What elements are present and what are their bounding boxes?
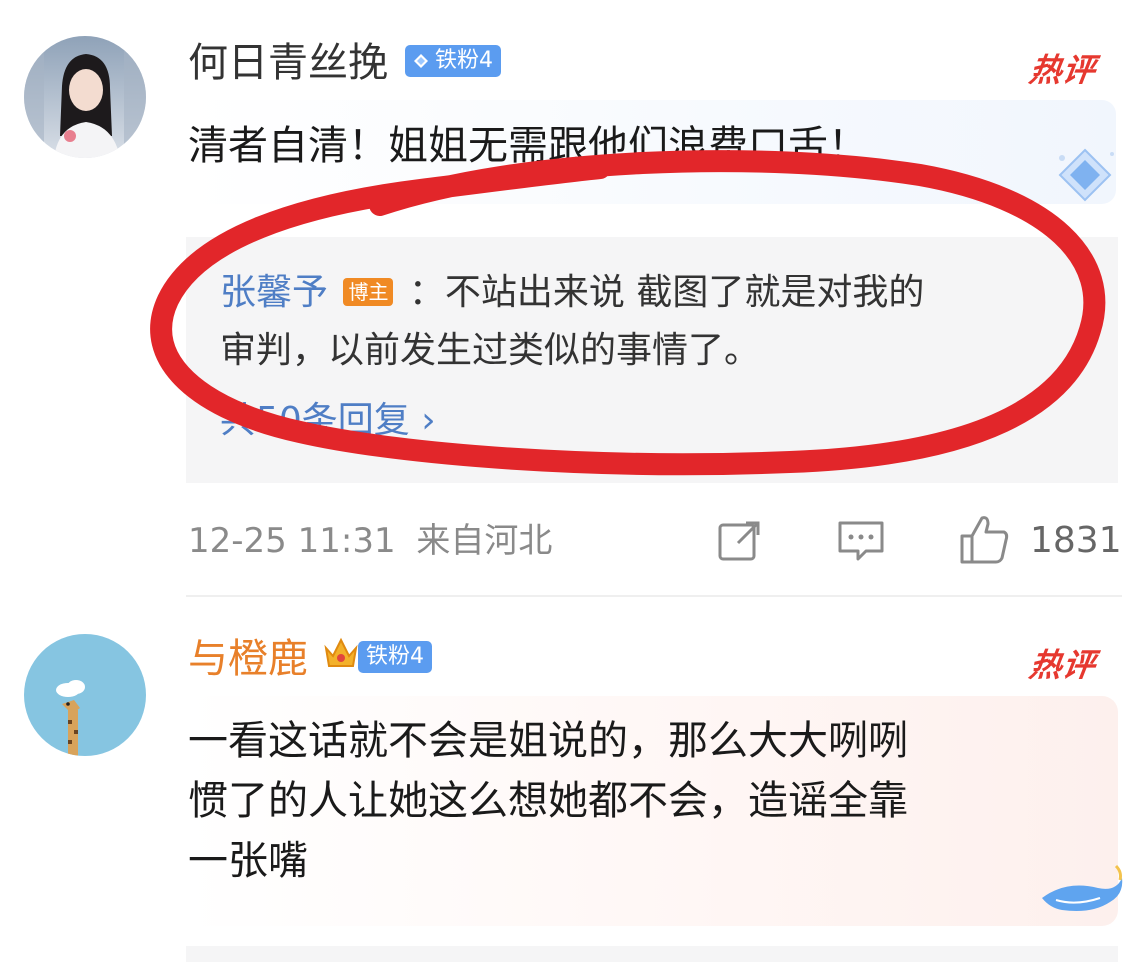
comment-icon[interactable] bbox=[836, 517, 886, 565]
fan-level-badge[interactable]: 铁粉4 bbox=[405, 45, 501, 77]
diamond-icon bbox=[414, 54, 428, 68]
hot-comment-tag: 热评 bbox=[1027, 51, 1099, 89]
blogger-tag: 博主 bbox=[343, 278, 394, 306]
reply-text-line-2: 审判，以前发生过类似的事情了。 bbox=[220, 330, 761, 371]
fan-badge-label: 铁粉4 bbox=[366, 644, 424, 669]
timestamp: 12-25 11:31 bbox=[188, 521, 396, 561]
username[interactable]: 何日青丝挽 bbox=[188, 39, 388, 87]
user-avatar[interactable] bbox=[24, 634, 146, 756]
reply-author[interactable]: 张馨予 bbox=[220, 272, 328, 313]
reply-line-1: 张馨予 博主 ：不站出来说 截图了就是对我的 bbox=[220, 269, 924, 317]
more-replies-link[interactable]: 共50条回复 › bbox=[220, 397, 436, 445]
avatar-image bbox=[24, 36, 146, 158]
like-count: 1831 bbox=[1030, 520, 1122, 561]
username[interactable]: 与橙鹿 bbox=[188, 635, 308, 683]
giraffe-avatar-image bbox=[24, 634, 146, 756]
location: 来自河北 bbox=[416, 521, 553, 561]
divider bbox=[186, 595, 1122, 597]
user-avatar[interactable] bbox=[24, 36, 146, 158]
fan-level-badge[interactable]: 铁粉4 bbox=[358, 641, 432, 673]
comment-meta: 12-25 11:31 来自河北 bbox=[188, 519, 552, 563]
comment-text-line-1: 一看这话就不会是姐说的，那么大大咧咧 bbox=[188, 718, 908, 764]
like-icon[interactable] bbox=[958, 512, 1012, 566]
comment-text: 清者自清！姐姐无需跟他们浪费口舌！ bbox=[188, 123, 868, 169]
next-reply-box-edge bbox=[186, 946, 1118, 962]
reply-text-line-1: ：不站出来说 截图了就是对我的 bbox=[408, 272, 925, 313]
diamond-decoration-icon bbox=[1058, 148, 1114, 202]
whale-decoration-icon bbox=[1042, 864, 1123, 911]
crown-icon bbox=[324, 637, 358, 667]
reply-preview-box[interactable]: 张馨予 博主 ：不站出来说 截图了就是对我的 审判，以前发生过类似的事情了。 共… bbox=[186, 237, 1118, 483]
share-icon[interactable] bbox=[716, 517, 764, 565]
comment-text-line-3: 一张嘴 bbox=[188, 838, 308, 884]
hot-comment-tag: 热评 bbox=[1027, 646, 1099, 684]
comment-text-line-2: 惯了的人让她这么想她都不会，造谣全靠 bbox=[188, 778, 908, 824]
fan-badge-label: 铁粉4 bbox=[435, 48, 493, 73]
comment-item: 与橙鹿 铁粉4 热评 一看这话就不会是姐说的，那么大大咧咧 惯了的人让她这么想她… bbox=[0, 600, 1125, 962]
comment-item: 何日青丝挽 铁粉4 热评 清者自清！姐姐无需跟他们浪费口舌！ 张馨予 博主 ：不… bbox=[0, 0, 1125, 600]
